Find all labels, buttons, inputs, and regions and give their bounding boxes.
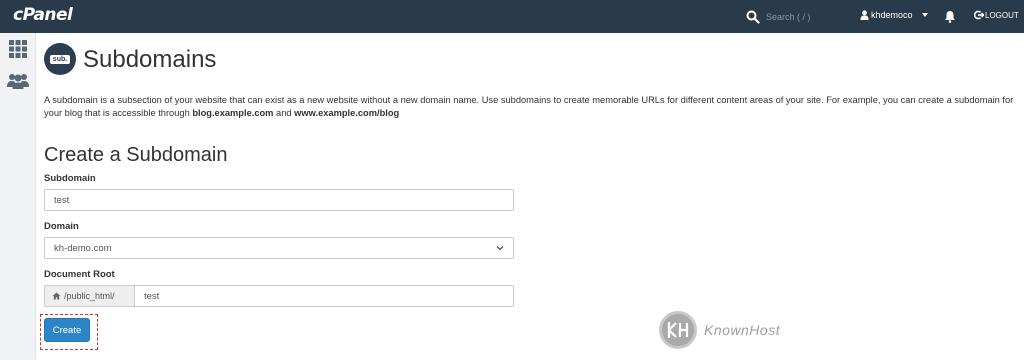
document-root-input[interactable]: [134, 285, 514, 307]
document-root-prefix-text: /public_html/: [64, 291, 115, 301]
bell-icon[interactable]: [944, 10, 956, 23]
example-blog-path: www.example.com/blog: [294, 108, 400, 118]
chevron-down-icon: [496, 246, 504, 251]
section-title: Create a Subdomain: [44, 144, 228, 166]
top-bar: cPanel khdemoco LOGOUT: [0, 0, 1024, 33]
caret-down-icon: [921, 13, 928, 17]
main-content: sub. Subdomains A subdomain is a subsect…: [36, 33, 1024, 360]
user-icon: [860, 10, 869, 20]
logout-link[interactable]: LOGOUT: [974, 10, 1019, 20]
search-input[interactable]: [766, 8, 841, 25]
knownhost-logo-icon: [659, 311, 697, 349]
subdomain-input[interactable]: [44, 189, 514, 211]
subdomain-label: Subdomain: [44, 173, 96, 184]
search-icon[interactable]: [746, 10, 760, 24]
document-root-group: /public_html/: [44, 285, 514, 307]
knownhost-watermark: KnownHost: [659, 311, 780, 349]
document-root-prefix: /public_html/: [44, 285, 134, 307]
sidebar-item-users[interactable]: [6, 69, 30, 93]
page-description: A subdomain is a subsection of your webs…: [44, 94, 1014, 120]
subdomains-icon: sub.: [44, 43, 76, 75]
cpanel-logo[interactable]: cPanel: [13, 5, 73, 25]
username: khdemoco: [871, 10, 913, 20]
description-text: A subdomain is a subsection of your webs…: [44, 95, 1014, 118]
users-icon: [7, 74, 29, 89]
search-box: [746, 8, 841, 25]
example-blog-subdomain: blog.example.com: [192, 108, 274, 118]
sidebar-item-home[interactable]: [6, 37, 30, 61]
domain-selected-value: kh-demo.com: [54, 242, 112, 254]
description-and: and: [273, 108, 295, 118]
watermark-text: KnownHost: [704, 322, 781, 338]
document-root-label: Document Root: [44, 269, 115, 280]
logout-icon: [974, 10, 984, 20]
user-menu[interactable]: khdemoco: [860, 10, 928, 20]
page-icon-text: sub.: [49, 54, 71, 64]
left-sidebar: [0, 33, 36, 360]
page-title: Subdomains: [83, 46, 217, 73]
home-icon: [52, 292, 61, 300]
domain-label: Domain: [44, 221, 79, 232]
grid-icon: [9, 40, 27, 58]
domain-select[interactable]: kh-demo.com: [44, 237, 514, 259]
create-button[interactable]: Create: [44, 318, 90, 342]
logout-label: LOGOUT: [985, 10, 1019, 20]
